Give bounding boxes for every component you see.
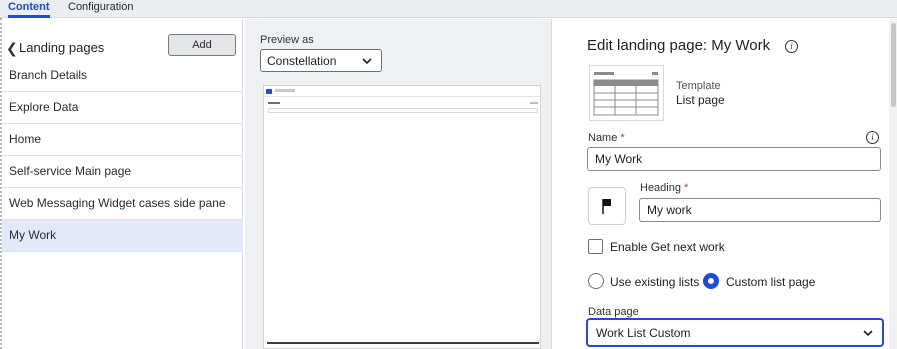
preview-scrollbar[interactable] bbox=[267, 342, 539, 344]
landing-page-item-explore-data[interactable]: Explore Data bbox=[2, 92, 243, 124]
preview-app-name bbox=[275, 89, 295, 92]
landing-page-item-self-service[interactable]: Self-service Main page bbox=[2, 156, 243, 188]
radio-use-existing-label: Use existing lists bbox=[610, 275, 700, 289]
preview-page-frame bbox=[264, 96, 542, 349]
radio-use-existing-lists[interactable] bbox=[588, 273, 604, 289]
tab-content[interactable]: Content bbox=[8, 0, 50, 18]
radio-custom-list-label: Custom list page bbox=[726, 275, 816, 289]
tab-configuration[interactable]: Configuration bbox=[68, 0, 133, 18]
landing-page-item-branch-details[interactable]: Branch Details bbox=[2, 60, 243, 92]
heading-label-text: Heading bbox=[640, 182, 681, 194]
flag-icon bbox=[602, 199, 611, 214]
data-page-value: Work List Custom bbox=[596, 326, 691, 340]
heading-label: Heading * bbox=[640, 182, 688, 194]
landing-pages-panel: ❮ Landing pages Add Branch Details Explo… bbox=[2, 19, 243, 349]
edit-page-title: Edit landing page: My Work bbox=[587, 37, 771, 54]
data-page-label: Data page bbox=[588, 306, 639, 318]
landing-page-item-home[interactable]: Home bbox=[2, 124, 243, 156]
heading-icon-picker[interactable] bbox=[588, 187, 626, 225]
data-page-select[interactable]: Work List Custom bbox=[587, 319, 883, 346]
landing-pages-title: Landing pages bbox=[19, 40, 105, 55]
template-label: Template bbox=[676, 80, 721, 92]
add-landing-page-button[interactable]: Add bbox=[168, 34, 236, 56]
radio-custom-list-page[interactable] bbox=[703, 273, 719, 289]
enable-get-next-label: Enable Get next work bbox=[610, 240, 725, 254]
preview-page-heading bbox=[268, 102, 280, 104]
required-mark: * bbox=[620, 132, 625, 144]
chevron-down-icon bbox=[863, 330, 873, 337]
landing-page-item-my-work[interactable]: My Work bbox=[2, 220, 243, 252]
preview-as-label: Preview as bbox=[260, 34, 314, 46]
name-label: Name * bbox=[588, 132, 625, 144]
enable-get-next-checkbox[interactable] bbox=[588, 239, 603, 254]
name-field[interactable] bbox=[587, 147, 881, 171]
vertical-scrollbar[interactable] bbox=[889, 19, 897, 349]
template-value: List page bbox=[676, 93, 725, 107]
preview-logo-icon bbox=[266, 89, 272, 94]
chevron-down-icon bbox=[362, 58, 372, 65]
preview-search-bar bbox=[268, 108, 538, 113]
name-info-icon[interactable]: i bbox=[866, 131, 879, 144]
page-preview-thumbnail bbox=[263, 85, 542, 349]
template-thumbnail bbox=[589, 65, 664, 121]
info-icon[interactable]: i bbox=[785, 40, 798, 53]
preview-as-value: Constellation bbox=[267, 54, 337, 68]
preview-panel: Preview as Constellation bbox=[245, 19, 552, 349]
name-label-text: Name bbox=[588, 132, 618, 144]
required-mark: * bbox=[684, 182, 689, 194]
landing-pages-header: ❮ Landing pages Add bbox=[2, 34, 243, 62]
landing-pages-list: Branch Details Explore Data Home Self-se… bbox=[2, 60, 243, 252]
chevron-left-icon[interactable]: ❮ bbox=[6, 38, 18, 58]
landing-page-item-web-messaging[interactable]: Web Messaging Widget cases side pane bbox=[2, 188, 243, 220]
top-tab-bar: Content Configuration bbox=[0, 0, 897, 18]
preview-page-action bbox=[530, 102, 538, 104]
list-page-template-icon bbox=[593, 72, 659, 116]
heading-field[interactable] bbox=[639, 198, 881, 222]
preview-as-select[interactable]: Constellation bbox=[260, 49, 382, 72]
scrollbar-thumb[interactable] bbox=[891, 23, 896, 107]
edit-landing-page-panel: Edit landing page: My Work i Template Li… bbox=[553, 19, 897, 349]
